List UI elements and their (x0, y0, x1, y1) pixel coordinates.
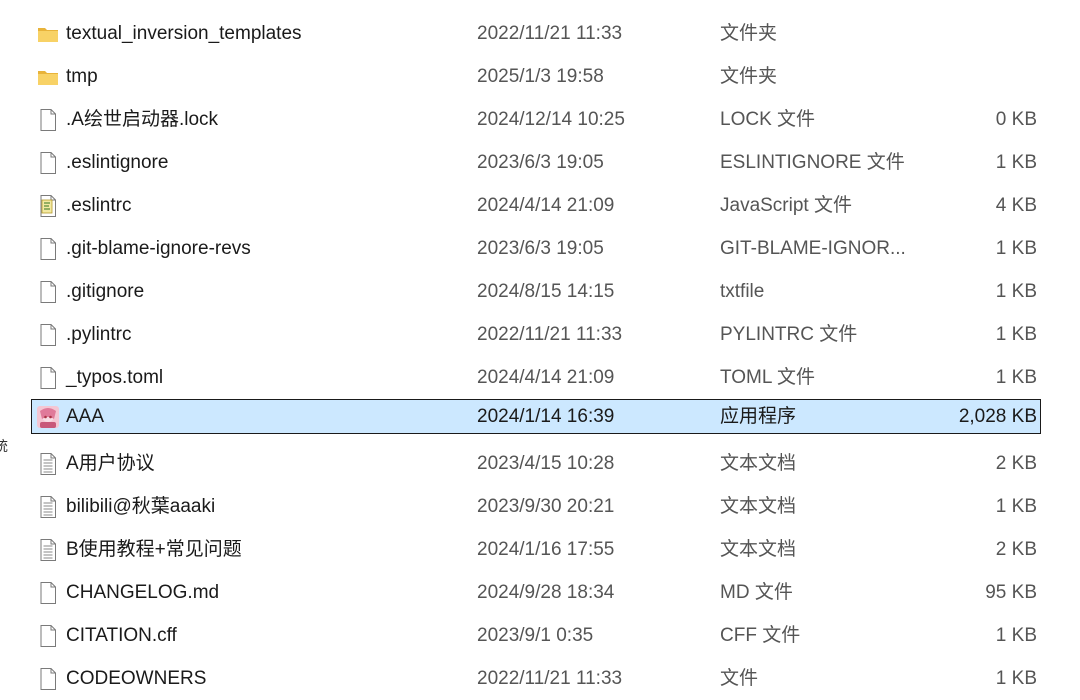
file-row[interactable]: .pylintrc 2022/11/21 11:33 PYLINTRC 文件 1 KB (0, 313, 1080, 356)
file-date-modified: 2023/6/3 19:05 (477, 152, 604, 173)
file-date-modified: 2023/9/1 0:35 (477, 625, 594, 646)
file-name: B使用教程+常见问题 (66, 539, 242, 560)
file-date-modified: 2023/6/3 19:05 (477, 238, 604, 259)
file-size: 4 KB (995, 195, 1037, 216)
file-date-modified: 2022/11/21 11:33 (477, 668, 623, 689)
file-type: GIT-BLAME-IGNOR... (720, 238, 906, 259)
file-type: 文本文档 (720, 539, 797, 560)
file-size: 95 KB (985, 582, 1037, 603)
file-date-modified: 2024/8/15 14:15 (477, 281, 615, 302)
file-name: CITATION.cff (66, 625, 177, 646)
file-row[interactable]: .eslintrc 2024/4/14 21:09 JavaScript 文件 4 K… (0, 184, 1080, 227)
file-type: 文本文档 (720, 453, 797, 474)
file-icon (36, 667, 60, 691)
file-size: 1 KB (995, 281, 1037, 302)
file-type: PYLINTRC 文件 (720, 324, 858, 345)
file-date-modified: 2024/12/14 10:25 (477, 109, 625, 130)
file-date-modified: 2024/1/14 16:39 (477, 406, 615, 427)
file-icon (36, 280, 60, 304)
file-row[interactable]: tmp 2025/1/3 19:58 文件夹 (0, 55, 1080, 98)
file-type: 应用程序 (720, 406, 797, 427)
file-icon (36, 151, 60, 175)
file-name: .eslintignore (66, 152, 169, 173)
file-date-modified: 2024/4/14 21:09 (477, 367, 615, 388)
file-list: textual_inversion_templates 2022/11/21 11… (0, 12, 1080, 700)
file-size: 1 KB (995, 238, 1037, 259)
file-name: .pylintrc (66, 324, 132, 345)
file-type: 文件夹 (720, 23, 778, 44)
file-name: textual_inversion_templates (66, 23, 302, 44)
file-type: MD 文件 (720, 582, 793, 603)
file-icon (36, 366, 60, 390)
file-icon (36, 323, 60, 347)
text-file-icon (36, 495, 60, 519)
folder-icon (36, 22, 60, 46)
file-size: 1 KB (995, 496, 1037, 517)
file-size (880, 12, 1037, 55)
file-type: LOCK 文件 (720, 109, 816, 130)
file-date-modified: 2023/4/15 10:28 (477, 453, 615, 474)
script-file-icon (36, 194, 60, 218)
file-size: 2 KB (995, 453, 1037, 474)
text-file-icon (36, 538, 60, 562)
file-date-modified: 2024/4/14 21:09 (477, 195, 615, 216)
file-type: JavaScript 文件 (720, 195, 852, 216)
file-date-modified: 2022/11/21 11:33 (477, 23, 623, 44)
file-size: 1 KB (995, 152, 1037, 173)
file-name: .eslintrc (66, 195, 132, 216)
file-name: .gitignore (66, 281, 145, 302)
file-size: 2 KB (995, 539, 1037, 560)
file-date-modified: 2025/1/3 19:58 (477, 66, 604, 87)
file-name: .A绘世启动器.lock (66, 109, 219, 130)
file-row[interactable]: _typos.toml 2024/4/14 21:09 TOML 文件 1 KB (0, 356, 1080, 399)
app-icon (36, 405, 60, 429)
file-type: 文件夹 (720, 66, 778, 87)
file-date-modified: 2023/9/30 20:21 (477, 496, 615, 517)
file-size: 1 KB (995, 324, 1037, 345)
file-type: txtfile (720, 281, 765, 302)
file-row[interactable]: B使用教程+常见问题 2024/1/16 17:55 文本文档 2 KB (0, 528, 1080, 571)
file-row[interactable]: CITATION.cff 2023/9/1 0:35 CFF 文件 1 KB (0, 614, 1080, 657)
file-name: .git-blame-ignore-revs (66, 238, 251, 259)
file-name: bilibili@秋葉aaaki (66, 496, 216, 517)
file-size: 1 KB (995, 367, 1037, 388)
file-row[interactable]: CHANGELOG.md 2024/9/28 18:34 MD 文件 95 KB (0, 571, 1080, 614)
file-name: _typos.toml (66, 367, 164, 388)
file-date-modified: 2024/9/28 18:34 (477, 582, 615, 603)
text-file-icon (36, 452, 60, 476)
file-row[interactable]: CODEOWNERS 2022/11/21 11:33 文件 1 KB (0, 657, 1080, 700)
file-type: CFF 文件 (720, 625, 801, 646)
file-name: tmp (66, 66, 98, 87)
file-row[interactable]: textual_inversion_templates 2022/11/21 11… (0, 12, 1080, 55)
file-row[interactable]: AAA 2024/1/14 16:39 应用程序 2,028 KB (0, 399, 1080, 442)
file-icon (36, 108, 60, 132)
file-name: CODEOWNERS (66, 668, 207, 689)
file-icon (36, 237, 60, 261)
file-size: 0 KB (995, 109, 1037, 130)
file-size: 1 KB (995, 625, 1037, 646)
file-row[interactable]: A用户协议 2023/4/15 10:28 文本文档 2 KB (0, 442, 1080, 485)
file-name: A用户协议 (66, 453, 155, 474)
file-row[interactable]: .A绘世启动器.lock 2024/12/14 10:25 LOCK 文件 0 KB (0, 98, 1080, 141)
file-icon (36, 624, 60, 648)
file-type: ESLINTIGNORE 文件 (720, 152, 905, 173)
folder-icon (36, 65, 60, 89)
file-type: TOML 文件 (720, 367, 816, 388)
file-row[interactable]: bilibili@秋葉aaaki 2023/9/30 20:21 文本文档 1 KB (0, 485, 1080, 528)
file-type: 文件 (720, 668, 759, 689)
file-icon (36, 581, 60, 605)
file-type: 文本文档 (720, 496, 797, 517)
file-name: AAA (66, 406, 105, 427)
file-row[interactable]: .gitignore 2024/8/15 14:15 txtfile 1 KB (0, 270, 1080, 313)
file-name: CHANGELOG.md (66, 582, 220, 603)
file-row[interactable]: .eslintignore 2023/6/3 19:05 ESLINTIGNORE … (0, 141, 1080, 184)
file-size: 2,028 KB (958, 406, 1037, 427)
file-date-modified: 2024/1/16 17:55 (477, 539, 615, 560)
file-size: 1 KB (995, 668, 1037, 689)
file-row[interactable]: .git-blame-ignore-revs 2023/6/3 19:05 GIT-… (0, 227, 1080, 270)
file-date-modified: 2022/11/21 11:33 (477, 324, 623, 345)
file-size (880, 55, 1037, 98)
